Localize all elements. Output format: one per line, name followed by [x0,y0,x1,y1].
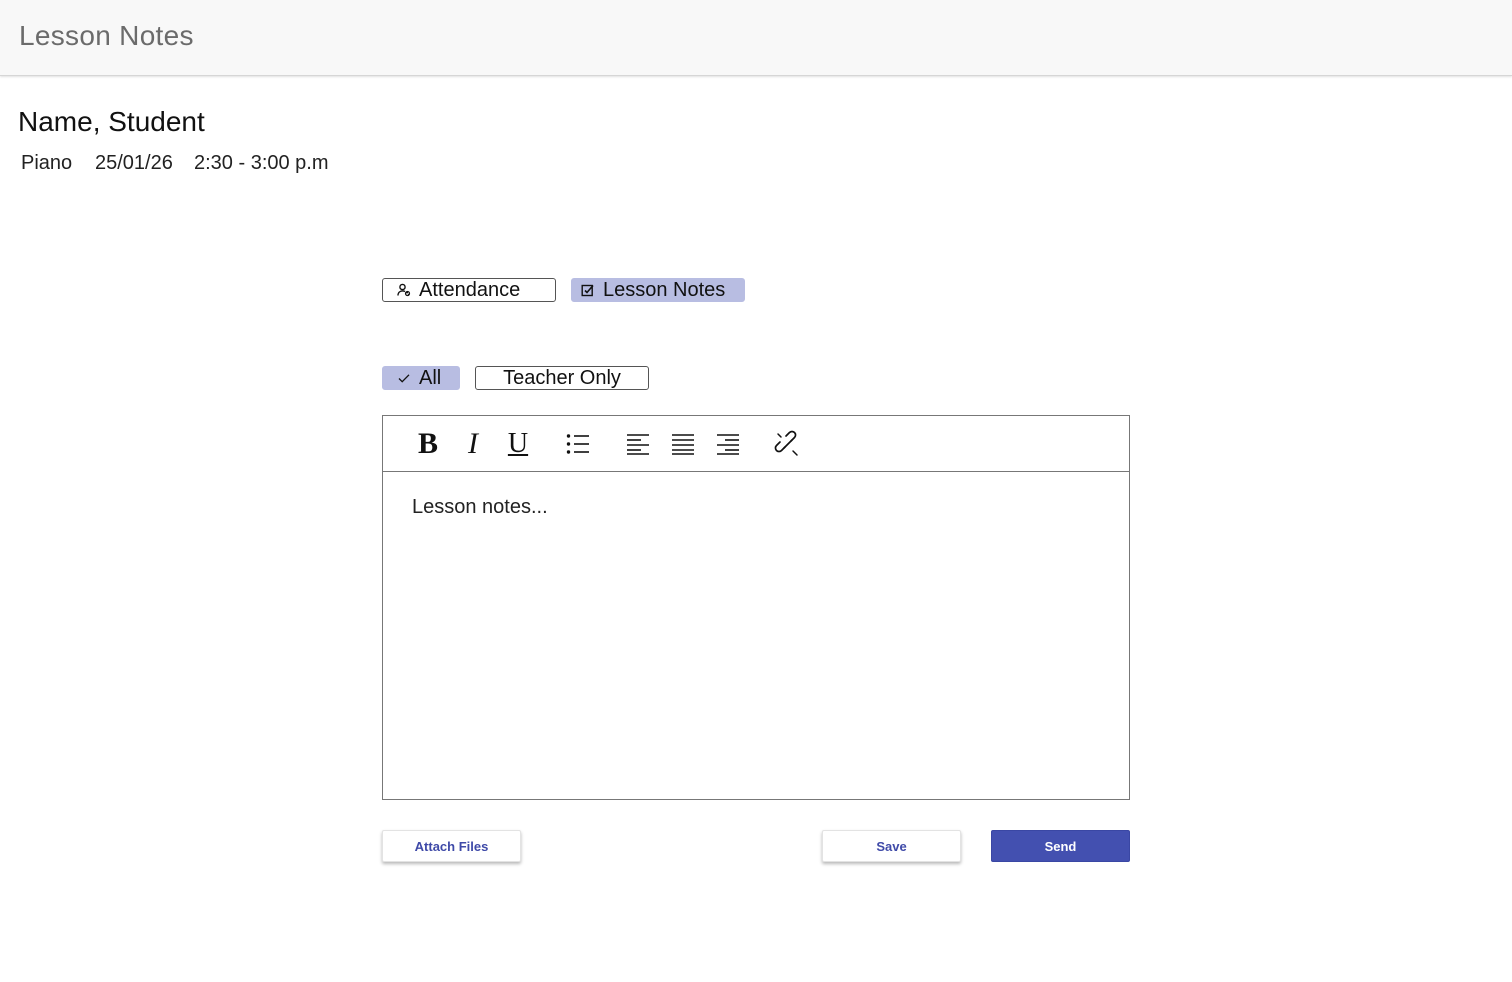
edit-note-icon [581,283,595,297]
attach-files-button[interactable]: Attach Files [382,830,521,862]
send-button[interactable]: Send [991,830,1130,862]
student-name: Name, Student [18,106,205,137]
notes-editor: B I U Lesson notes... [382,415,1130,800]
visibility-teacher-only-chip[interactable]: Teacher Only [475,366,649,390]
visibility-teacher-only-label: Teacher Only [503,366,621,389]
align-right-icon[interactable] [713,429,743,459]
page-title: Lesson Notes [19,20,194,51]
tab-lesson-notes[interactable]: Lesson Notes [571,278,745,302]
save-button[interactable]: Save [822,830,961,862]
italic-icon[interactable]: I [458,427,488,460]
bullet-list-icon[interactable] [563,429,593,459]
tab-lesson-notes-label: Lesson Notes [603,278,726,301]
tab-attendance-label: Attendance [419,278,521,301]
tab-attendance[interactable]: Attendance [382,278,556,302]
link-icon[interactable] [773,429,803,459]
lesson-date: 25/01/26 [95,152,173,174]
align-justify-icon[interactable] [668,429,698,459]
visibility-all-chip[interactable]: All [382,366,460,390]
top-bar: Lesson Notes [0,0,1512,76]
person-check-icon [397,283,411,297]
lesson-subject: Piano [21,152,73,174]
visibility-all-label: All [419,366,442,389]
align-left-icon[interactable] [623,429,653,459]
check-icon [397,371,411,385]
lesson-time: 2:30 - 3:00 p.m [194,152,329,174]
bold-icon[interactable]: B [413,427,443,460]
notes-text-area[interactable]: Lesson notes... [412,496,548,519]
underline-icon[interactable]: U [503,428,533,459]
formatting-toolbar: B I U [383,416,1129,472]
